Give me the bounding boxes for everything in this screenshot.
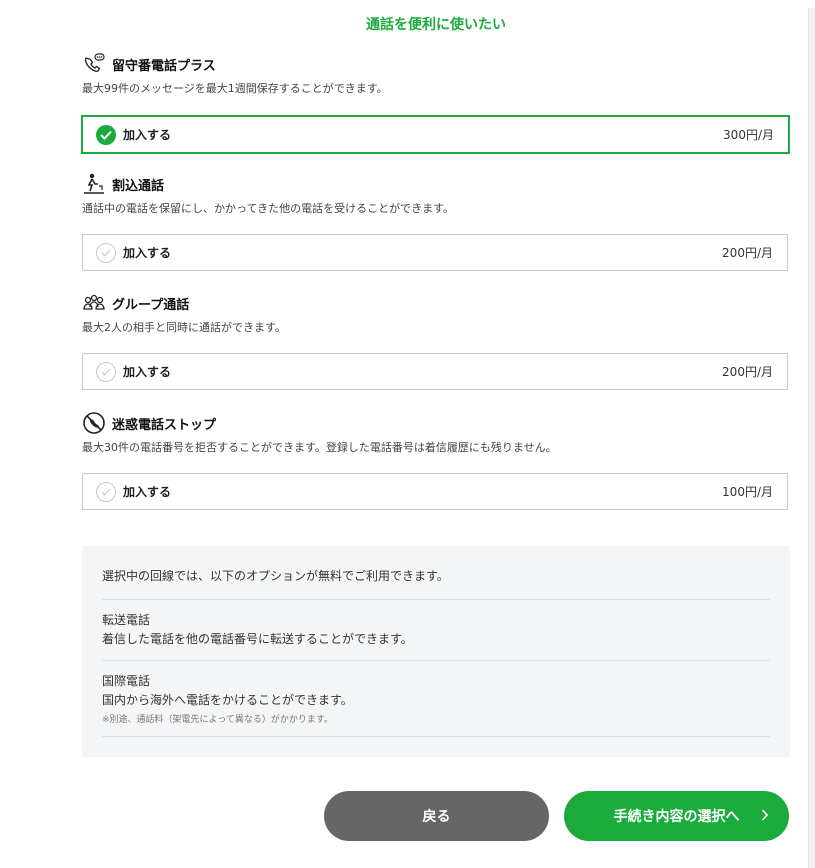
option-label: 加入する xyxy=(123,485,172,499)
section-voicemail-plus: 留守番電話プラス 最大99件のメッセージを最大1週間保存することができます。 加… xyxy=(81,52,790,154)
unchecked-circle-icon xyxy=(96,361,116,382)
info-item-note: ※別途、通話料（架電先によって異なる）がかかります。 xyxy=(102,715,333,725)
section-title: 留守番電話プラス xyxy=(112,58,216,74)
group-people-icon xyxy=(82,291,106,315)
voicemail-phone-icon xyxy=(82,52,106,76)
section-title: グループ通話 xyxy=(112,297,190,313)
unchecked-circle-icon xyxy=(96,242,116,263)
option-label: 加入する xyxy=(123,246,172,260)
info-item-description: 着信した電話を他の電話番号に転送することができます。 xyxy=(102,632,413,646)
unchecked-circle-icon xyxy=(96,481,116,502)
option-voicemail-plus-join[interactable]: 加入する 300円/月 xyxy=(81,115,790,154)
call-waiting-icon xyxy=(82,172,106,196)
next-button-label: 手続き内容の選択へ xyxy=(613,809,740,825)
chevron-right-icon xyxy=(761,808,769,826)
scrollbar[interactable] xyxy=(808,8,815,868)
section-description: 通話中の電話を保留にし、かかってきた他の電話を受けることができます。 xyxy=(82,202,455,215)
section-nuisance-call-stop: 迷惑電話ストップ 最大30件の電話番号を拒否することができます。登録した電話番号… xyxy=(82,411,790,510)
info-heading: 選択中の回線では、以下のオプションが無料でご利用できます。 xyxy=(102,569,449,583)
info-item-description: 国内から海外へ電話をかけることができます。 xyxy=(102,693,353,707)
free-options-info-box: 選択中の回線では、以下のオプションが無料でご利用できます。 転送電話 着信した電… xyxy=(82,546,790,757)
option-price: 300円/月 xyxy=(723,128,774,142)
back-button-label: 戻る xyxy=(422,809,451,825)
back-button[interactable]: 戻る xyxy=(324,791,549,841)
option-label: 加入する xyxy=(123,128,172,142)
option-price: 100円/月 xyxy=(722,485,773,499)
section-group-call: グループ通話 最大2人の相手と同時に通話ができます。 加入する 200円/月 xyxy=(82,291,790,390)
info-item-title: 転送電話 xyxy=(102,613,151,627)
divider xyxy=(102,736,770,737)
blocked-phone-icon xyxy=(82,411,106,435)
checked-circle-icon xyxy=(96,124,116,145)
section-description: 最大2人の相手と同時に通話ができます。 xyxy=(82,321,286,334)
section-title: 割込通話 xyxy=(112,178,165,194)
next-button[interactable]: 手続き内容の選択へ xyxy=(564,791,789,841)
section-title: 迷惑電話ストップ xyxy=(112,417,217,433)
page-title: 通話を便利に使いたい xyxy=(366,17,506,33)
section-call-waiting: 割込通話 通話中の電話を保留にし、かかってきた他の電話を受けることができます。 … xyxy=(82,172,790,271)
section-description: 最大30件の電話番号を拒否することができます。登録した電話番号は着信履歴にも残り… xyxy=(82,441,557,454)
info-item-title: 国際電話 xyxy=(102,674,151,688)
option-price: 200円/月 xyxy=(722,246,773,260)
section-description: 最大99件のメッセージを最大1週間保存することができます。 xyxy=(82,82,388,95)
option-group-call-join[interactable]: 加入する 200円/月 xyxy=(82,353,788,390)
option-label: 加入する xyxy=(123,365,172,379)
option-nuisance-call-stop-join[interactable]: 加入する 100円/月 xyxy=(82,473,788,510)
option-call-waiting-join[interactable]: 加入する 200円/月 xyxy=(82,234,788,271)
option-price: 200円/月 xyxy=(722,365,773,379)
divider xyxy=(102,660,770,661)
divider xyxy=(102,599,770,600)
